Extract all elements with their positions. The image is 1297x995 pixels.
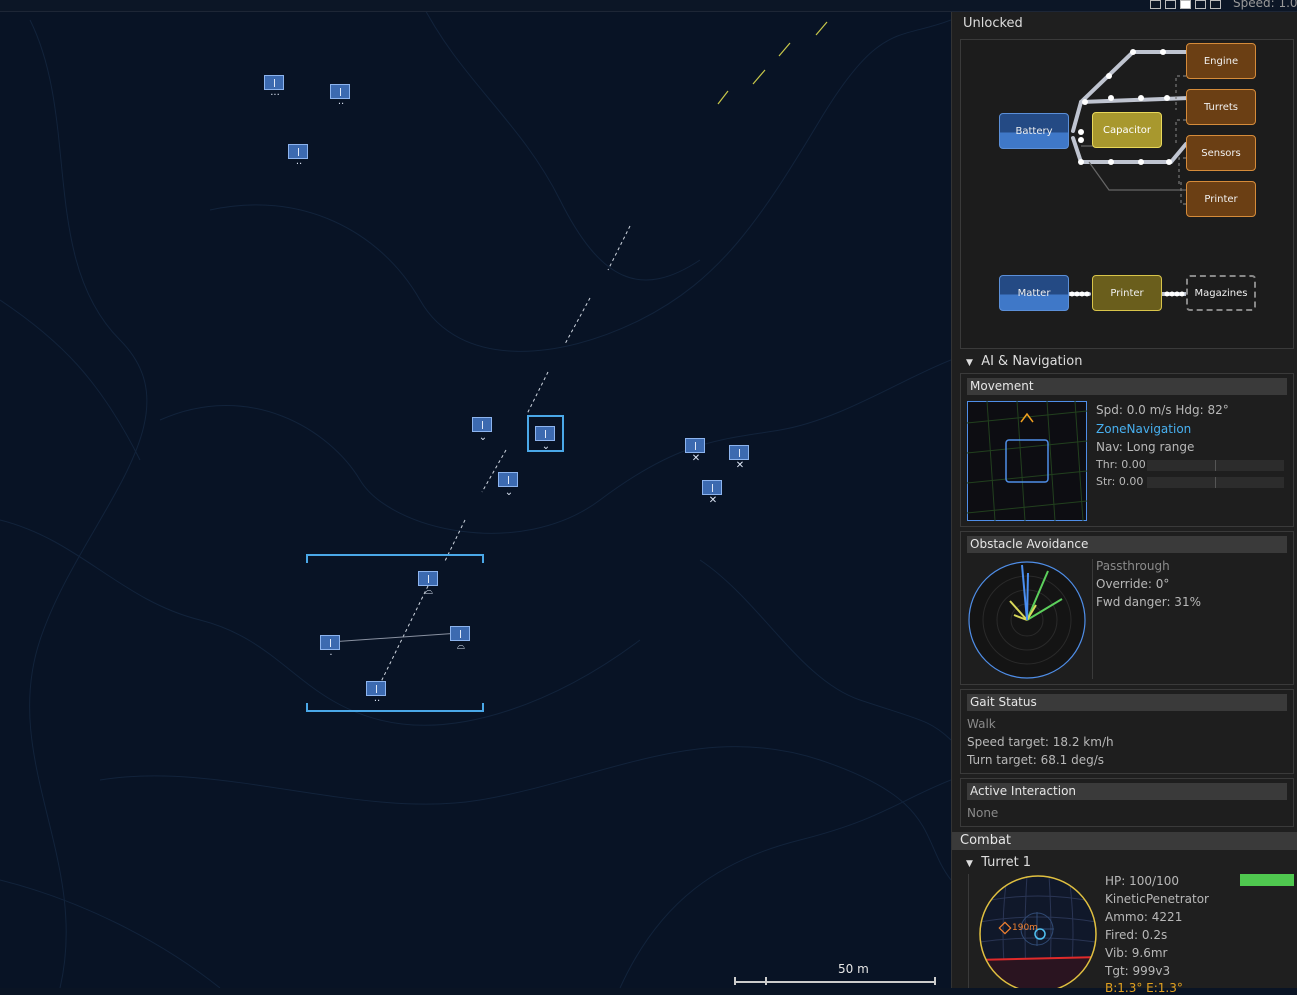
module-capacitor[interactable]: Capacitor: [1092, 112, 1162, 148]
speed-selector[interactable]: [1150, 0, 1221, 9]
module-printer[interactable]: Printer: [1186, 181, 1256, 217]
gait-panel: Gait Status Walk Speed target: 18.2 km/h…: [960, 689, 1294, 774]
squad-unit[interactable]: ·: [320, 635, 340, 661]
gait-mode: Walk: [967, 717, 996, 731]
selected-unit[interactable]: ⌄: [535, 426, 555, 452]
terrain-contours: [0, 0, 951, 988]
unlocked-title: Unlocked: [963, 16, 1023, 31]
module-matter[interactable]: Matter: [999, 275, 1069, 311]
ammo-text: Ammo: 4221: [1105, 910, 1183, 924]
tgt-text: Tgt: 999v3: [1105, 964, 1171, 978]
scale-tick: [734, 977, 736, 985]
module-sensors[interactable]: Sensors: [1186, 135, 1256, 171]
ai-nav-header[interactable]: ▼ AI & Navigation: [966, 354, 1082, 369]
throttle-bar: [1147, 460, 1284, 471]
speed-option[interactable]: [1150, 0, 1161, 9]
scale-label: 50 m: [838, 962, 869, 976]
collapse-triangle-icon: ▼: [966, 859, 973, 869]
squad-bracket-bottom: [306, 703, 484, 712]
squad-bracket-top: [306, 554, 484, 563]
disabled-unit[interactable]: ✕: [685, 438, 705, 464]
turret-header[interactable]: ▼ Turret 1: [966, 855, 1031, 870]
speed-target-text: Speed target: 18.2 km/h: [967, 735, 1114, 749]
disabled-unit[interactable]: ✕: [729, 445, 749, 471]
module-printer-fab-label: Printer: [1110, 287, 1144, 299]
squad-unit[interactable]: ⌓: [418, 571, 438, 597]
map-scale: 50 m: [734, 962, 936, 986]
collapse-triangle-icon: ▼: [966, 358, 973, 368]
fired-text: Fired: 0.2s: [1105, 928, 1168, 942]
module-graph: Engine Turrets Sensors Printer Battery C…: [960, 39, 1294, 349]
friendly-unit[interactable]: ··: [330, 84, 350, 110]
interaction-panel: Active Interaction None: [960, 778, 1294, 827]
spd-hdg-text: Spd: 0.0 m/s Hdg: 82°: [1096, 403, 1229, 417]
speed-label: Speed: 1.0: [1233, 0, 1297, 10]
target-range: 190m: [1012, 923, 1038, 933]
friendly-unit[interactable]: ⌄: [472, 417, 492, 443]
module-engine-label: Engine: [1203, 55, 1239, 67]
module-magazines-label: Magazines: [1194, 287, 1248, 299]
ammo-type-text: KineticPenetrator: [1105, 892, 1209, 906]
scale-tick: [934, 977, 936, 985]
gait-title: Gait Status: [967, 694, 1287, 711]
hp-bar: [1240, 874, 1294, 886]
module-capacitor-label: Capacitor: [1102, 124, 1151, 136]
throttle-text: Thr: 0.00: [1096, 458, 1146, 471]
module-printer-fab[interactable]: Printer: [1092, 275, 1162, 311]
module-printer-label: Printer: [1204, 193, 1238, 205]
obstacle-radar: [968, 561, 1086, 679]
movement-panel: Movement Spd: 0.0 m/s Hdg: 82° ZoneNavig…: [960, 373, 1294, 527]
tactical-map[interactable]: ··· ·· ·· ⌄ ⌄ ⌄ ✕ ✕ ✕ ⌓ · ⌓ ·· 50 m: [0, 0, 951, 988]
speed-option[interactable]: [1165, 0, 1176, 9]
movement-title: Movement: [967, 378, 1287, 395]
ai-nav-title: AI & Navigation: [981, 354, 1083, 369]
avoidance-mode: Passthrough: [1096, 559, 1170, 573]
disabled-unit[interactable]: ✕: [702, 480, 722, 506]
turn-target-text: Turn target: 68.1 deg/s: [967, 753, 1105, 767]
override-text: Override: 0°: [1096, 577, 1170, 591]
combat-title: Combat: [960, 833, 1012, 848]
interaction-value: None: [967, 806, 999, 820]
module-battery[interactable]: Battery: [999, 113, 1069, 149]
movement-minimap: [967, 401, 1087, 521]
fwd-danger-text: Fwd danger: 31%: [1096, 595, 1201, 609]
interaction-title: Active Interaction: [967, 783, 1287, 800]
vib-text: Vib: 9.6mr: [1105, 946, 1168, 960]
hp-text: HP: 100/100: [1105, 874, 1179, 888]
speed-option-active[interactable]: [1180, 0, 1191, 9]
top-bar: Speed: 1.0: [0, 0, 1297, 12]
obstacle-title: Obstacle Avoidance: [967, 536, 1287, 553]
squad-unit[interactable]: ··: [366, 681, 386, 707]
divider: [1092, 559, 1093, 679]
speed-option[interactable]: [1195, 0, 1206, 9]
module-battery-label: Battery: [1015, 125, 1053, 137]
steer-text: Str: 0.00: [1096, 475, 1144, 488]
ballistics-text: B:1.3° E:1.3°: [1105, 981, 1183, 995]
friendly-unit[interactable]: ··: [288, 144, 308, 170]
friendly-unit[interactable]: ···: [264, 75, 284, 101]
turret-scope: 190m: [979, 875, 1097, 988]
nav-mode-link[interactable]: ZoneNavigation: [1096, 422, 1191, 436]
friendly-unit[interactable]: ⌄: [498, 472, 518, 498]
module-turrets-label: Turrets: [1203, 101, 1239, 113]
squad-unit[interactable]: ⌓: [450, 626, 470, 652]
speed-option[interactable]: [1210, 0, 1221, 9]
steer-bar: [1147, 477, 1284, 488]
module-engine[interactable]: Engine: [1186, 43, 1256, 79]
tree-guide: [968, 874, 969, 988]
module-sensors-label: Sensors: [1201, 147, 1241, 159]
module-turrets[interactable]: Turrets: [1186, 89, 1256, 125]
combat-header[interactable]: Combat: [952, 832, 1297, 850]
module-matter-label: Matter: [1017, 287, 1051, 299]
obstacle-panel: Obstacle Avoidance Passthrough Override:…: [960, 531, 1294, 685]
side-panel: Unlocked Engine Turrets Sensors Printer …: [951, 12, 1297, 995]
scale-tick: [765, 977, 767, 985]
turret-title: Turret 1: [981, 855, 1032, 870]
module-magazines[interactable]: Magazines: [1186, 275, 1256, 311]
nav-range-text: Nav: Long range: [1096, 440, 1195, 454]
